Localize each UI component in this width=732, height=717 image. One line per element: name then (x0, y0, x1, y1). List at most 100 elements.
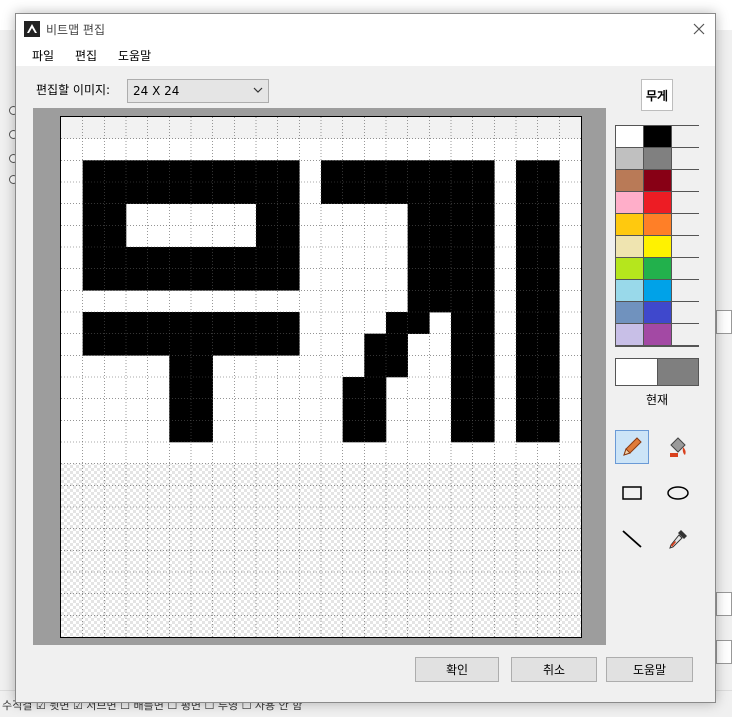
black-pixel (277, 225, 300, 248)
black-pixel (364, 420, 387, 443)
palette-swatch[interactable] (616, 170, 643, 191)
black-pixel (516, 377, 538, 399)
palette-swatch[interactable] (616, 214, 643, 235)
palette-swatch[interactable] (616, 302, 643, 323)
pencil-tool-button[interactable] (615, 430, 649, 464)
black-pixel (212, 247, 235, 269)
palette-swatch[interactable] (644, 170, 671, 191)
black-pixel (451, 355, 473, 378)
palette-swatch[interactable] (672, 192, 699, 213)
black-pixel (451, 268, 473, 291)
palette-swatch[interactable] (644, 236, 671, 257)
palette-swatch[interactable] (672, 170, 699, 191)
black-pixel (212, 268, 235, 291)
black-pixel (537, 377, 560, 399)
menu-bar: 파일 편집 도움말 (16, 44, 715, 66)
line-tool-button[interactable] (615, 522, 649, 556)
palette-swatch[interactable] (672, 126, 699, 147)
black-pixel (277, 333, 300, 356)
black-pixel (82, 333, 105, 356)
pixel-grid[interactable] (60, 116, 582, 638)
image-size-select[interactable]: 24 X 24 (127, 79, 269, 103)
black-pixel (472, 420, 495, 443)
black-pixel (104, 247, 127, 269)
dialog-title: 비트맵 편집 (46, 23, 106, 37)
pixel-grid-drawing[interactable] (61, 117, 581, 637)
palette-swatch[interactable] (616, 148, 643, 169)
black-pixel (429, 247, 452, 269)
black-pixel (364, 160, 387, 183)
black-pixel (82, 268, 105, 291)
ellipse-tool-button[interactable] (661, 476, 695, 510)
chevron-down-icon (253, 87, 263, 93)
palette-swatch[interactable] (672, 236, 699, 257)
pencil-icon (623, 437, 642, 456)
current-foreground-swatch[interactable] (616, 359, 657, 385)
palette-swatch[interactable] (672, 214, 699, 235)
palette-swatch[interactable] (672, 302, 699, 323)
palette-swatch[interactable] (616, 236, 643, 257)
palette-swatch[interactable] (672, 148, 699, 169)
black-pixel (234, 268, 257, 291)
palette-swatch[interactable] (672, 258, 699, 279)
palette-swatch[interactable] (672, 324, 699, 345)
black-pixel (277, 160, 300, 183)
black-pixel (277, 312, 300, 334)
black-pixel (104, 225, 127, 248)
black-pixel (126, 247, 148, 269)
black-pixel (169, 377, 192, 399)
menu-file[interactable]: 파일 (32, 47, 54, 64)
current-background-swatch[interactable] (657, 359, 698, 385)
black-pixel (364, 182, 387, 204)
image-size-value: 24 X 24 (133, 84, 180, 98)
black-pixel (169, 355, 192, 378)
palette-swatch[interactable] (672, 280, 699, 301)
eyedropper-tool-button[interactable] (661, 522, 695, 556)
black-pixel (516, 182, 538, 204)
cancel-button[interactable]: 취소 (511, 657, 597, 682)
palette-swatch[interactable] (644, 258, 671, 279)
black-pixel (277, 182, 300, 204)
palette-swatch[interactable] (644, 324, 671, 345)
palette-swatch[interactable] (644, 214, 671, 235)
black-pixel (104, 203, 127, 226)
black-pixel (147, 312, 170, 334)
black-pixel (516, 420, 538, 443)
menu-help[interactable]: 도움말 (118, 47, 151, 64)
black-pixel (191, 160, 213, 183)
black-pixel (429, 268, 452, 291)
palette-swatch[interactable] (644, 148, 671, 169)
rectangle-tool-button[interactable] (615, 476, 649, 510)
palette-swatch[interactable] (644, 126, 671, 147)
black-pixel (234, 247, 257, 269)
palette-swatch[interactable] (616, 192, 643, 213)
black-pixel (191, 268, 213, 291)
black-pixel (191, 247, 213, 269)
palette-swatch[interactable] (616, 280, 643, 301)
ok-button[interactable]: 확인 (415, 657, 499, 682)
fill-tool-button[interactable] (661, 430, 695, 464)
black-pixel (516, 312, 538, 334)
palette-swatch[interactable] (644, 280, 671, 301)
black-pixel (537, 160, 560, 183)
black-pixel (169, 398, 192, 421)
black-pixel (516, 160, 538, 183)
background-field (716, 640, 732, 664)
help-button[interactable]: 도움말 (606, 657, 693, 682)
black-pixel (321, 160, 343, 183)
palette-swatch[interactable] (616, 324, 643, 345)
black-pixel (386, 182, 408, 204)
palette-swatch[interactable] (644, 192, 671, 213)
background-field (716, 592, 732, 616)
palette-swatch[interactable] (616, 258, 643, 279)
close-button[interactable] (683, 14, 715, 44)
black-pixel (364, 355, 387, 378)
black-pixel (234, 160, 257, 183)
palette-swatch[interactable] (616, 126, 643, 147)
menu-edit[interactable]: 편집 (75, 47, 97, 64)
black-pixel (407, 312, 430, 334)
black-pixel (104, 312, 127, 334)
black-pixel (429, 225, 452, 248)
palette-swatch[interactable] (644, 302, 671, 323)
black-pixel (537, 333, 560, 356)
